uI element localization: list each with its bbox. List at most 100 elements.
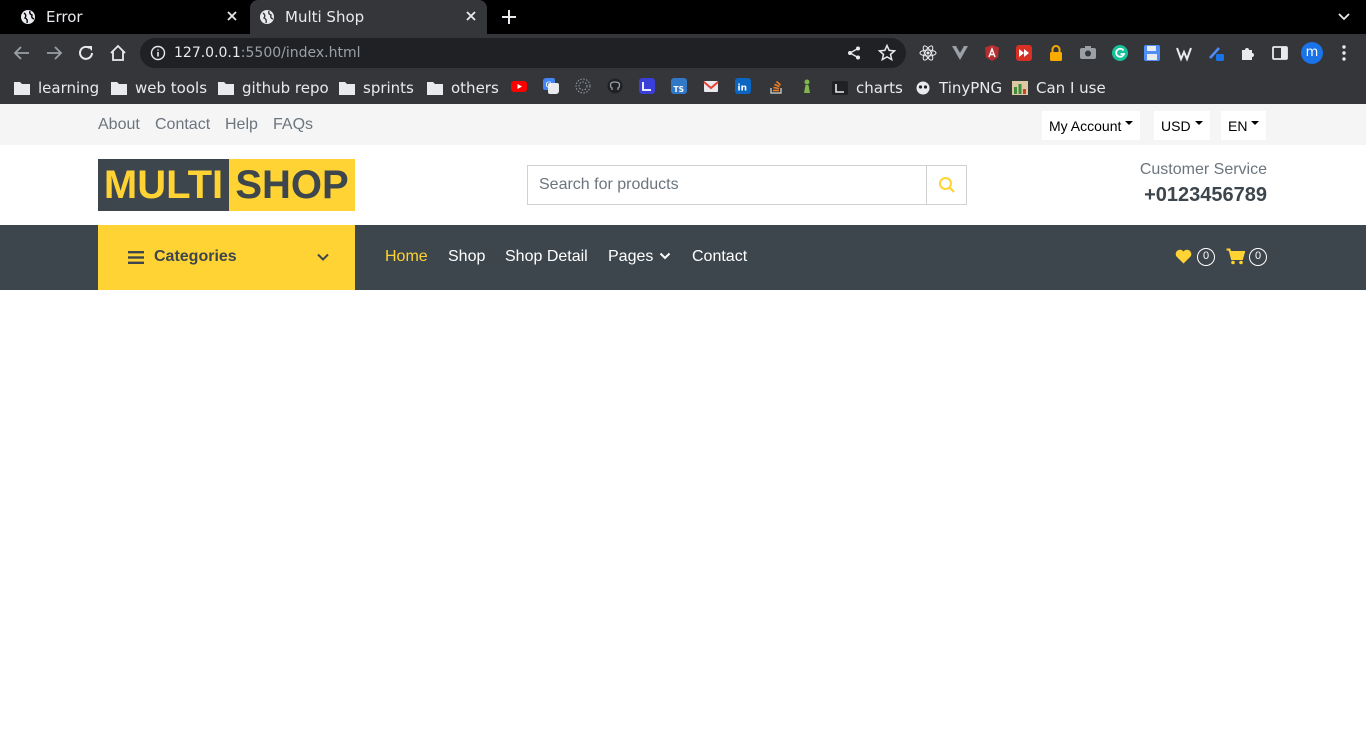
forward-arrow-icon[interactable] (44, 43, 64, 63)
side-panel-icon[interactable] (1271, 44, 1289, 62)
nav-pages[interactable]: Pages (608, 248, 653, 266)
youtube-icon[interactable] (511, 78, 527, 94)
address-bar[interactable]: 127.0.0.1:5500/index.html (140, 38, 906, 68)
currency-dropdown[interactable]: USD (1154, 111, 1210, 140)
puzzle-icon[interactable] (1239, 44, 1257, 62)
angular-devtools-icon[interactable] (983, 44, 1001, 62)
stack-overflow-icon[interactable] (768, 78, 784, 94)
heart-icon[interactable] (1175, 249, 1192, 264)
charts-icon (832, 81, 848, 95)
new-tab-icon[interactable] (499, 7, 519, 27)
globe-icon (21, 10, 35, 24)
svg-text:G: G (546, 81, 552, 90)
bookmark-folder-web-tools[interactable]: web tools (111, 78, 207, 98)
chevron-down-icon[interactable] (1336, 9, 1352, 25)
categories-toggle[interactable]: Categories (98, 225, 355, 290)
folder-icon (111, 82, 127, 95)
home-icon[interactable] (108, 43, 128, 63)
dots-grid-icon[interactable] (575, 78, 591, 94)
bookmark-can-i-use[interactable]: Can I use (1012, 78, 1106, 98)
faqs-link[interactable]: FAQs (273, 116, 313, 134)
cart-count-badge: 0 (1249, 248, 1267, 266)
customer-service-phone: +0123456789 (1144, 184, 1267, 206)
customer-service-label: Customer Service (1139, 161, 1267, 178)
nav-home[interactable]: Home (385, 248, 428, 266)
vue-devtools-icon[interactable] (951, 44, 969, 62)
my-account-dropdown[interactable]: My Account (1042, 111, 1141, 140)
svg-text:in: in (738, 84, 748, 94)
product-search (527, 165, 967, 205)
nav-contact[interactable]: Contact (692, 248, 747, 266)
browser-tab-multi-shop[interactable]: Multi Shop (250, 0, 487, 34)
caret-down-icon (1125, 120, 1134, 125)
folder-icon (427, 82, 443, 95)
linkedin-learning-icon[interactable] (639, 78, 655, 94)
main-navbar: Categories Home Shop Shop Detail Pages C… (0, 225, 1366, 290)
bookmark-folder-github-repo[interactable]: github repo (218, 78, 329, 98)
bookmark-folder-sprints[interactable]: sprints (339, 78, 414, 98)
svg-text:TS: TS (674, 85, 685, 94)
caniuse-icon (1012, 81, 1028, 95)
browser-tab-strip: Error Multi Shop (0, 0, 1366, 34)
grammarly-icon[interactable] (1111, 44, 1129, 62)
close-icon[interactable] (224, 8, 240, 24)
search-icon (938, 177, 955, 193)
page-content-area (0, 290, 1366, 741)
bookmark-tinypng[interactable]: TinyPNG (915, 78, 1002, 98)
about-link[interactable]: About (98, 116, 140, 134)
react-devtools-icon[interactable] (919, 44, 937, 62)
categories-label: Categories (154, 248, 237, 265)
caret-down-icon (1251, 120, 1260, 125)
search-button[interactable] (926, 166, 966, 204)
search-input[interactable] (528, 166, 926, 204)
nav-shop-detail[interactable]: Shop Detail (505, 248, 588, 266)
wappalyzer-icon[interactable] (1175, 44, 1193, 62)
tab-title: Error (46, 8, 83, 26)
nav-shop[interactable]: Shop (448, 248, 485, 266)
github-icon[interactable] (607, 78, 623, 94)
browser-toolbar: 127.0.0.1:5500/index.html m (0, 34, 1366, 72)
profile-avatar[interactable]: m (1301, 42, 1323, 64)
bookmark-star-icon[interactable] (878, 44, 896, 62)
tab-title: Multi Shop (285, 8, 365, 26)
site-logo[interactable]: MULTI SHOP (98, 159, 355, 211)
bookmark-folder-others[interactable]: others (427, 78, 499, 98)
bookmark-folder-learning[interactable]: learning (14, 78, 99, 98)
chevron-down-icon (317, 253, 329, 261)
save-icon[interactable] (1143, 44, 1161, 62)
google-translate-icon[interactable]: G (543, 78, 559, 94)
help-link[interactable]: Help (225, 116, 258, 134)
contact-link[interactable]: Contact (155, 116, 210, 134)
language-dropdown[interactable]: EN (1221, 111, 1267, 140)
folder-icon (339, 82, 355, 95)
more-vertical-icon[interactable] (1335, 44, 1353, 62)
reload-icon[interactable] (76, 43, 96, 63)
close-icon[interactable] (463, 8, 479, 24)
chevron-down-icon (659, 252, 671, 260)
url-text: 127.0.0.1:5500/index.html (174, 45, 361, 61)
chess-pawn-icon[interactable] (799, 78, 815, 94)
globe-icon (260, 10, 274, 24)
shopping-cart-icon[interactable] (1226, 248, 1245, 265)
top-utility-bar: About Contact Help FAQs My Account USD E… (0, 104, 1366, 145)
folder-icon (14, 82, 30, 95)
bars-icon (128, 251, 144, 264)
bookmark-charts[interactable]: charts (832, 78, 903, 98)
logo-part-multi: MULTI (98, 159, 229, 211)
color-picker-icon[interactable] (1207, 44, 1225, 62)
back-arrow-icon[interactable] (12, 43, 32, 63)
panda-icon (916, 81, 930, 95)
info-icon[interactable] (150, 45, 166, 61)
camera-icon[interactable] (1079, 44, 1097, 62)
folder-icon (218, 82, 234, 95)
typescript-icon[interactable]: TS (671, 78, 687, 94)
gmail-icon[interactable] (703, 78, 719, 94)
caret-down-icon (1194, 120, 1203, 125)
linkedin-icon[interactable]: in (735, 78, 751, 94)
browser-tab-error[interactable]: Error (0, 0, 248, 34)
wishlist-count-badge: 0 (1197, 248, 1215, 266)
logo-part-shop: SHOP (229, 159, 355, 211)
lock-extension-icon[interactable] (1047, 44, 1065, 62)
share-icon[interactable] (846, 45, 862, 61)
fast-forward-extension-icon[interactable] (1015, 44, 1033, 62)
